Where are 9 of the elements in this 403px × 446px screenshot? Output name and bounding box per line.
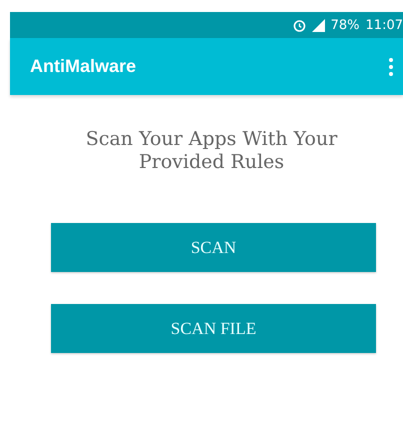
more-options-icon[interactable] <box>389 58 393 76</box>
app-title: AntiMalware <box>30 56 136 77</box>
signal-icon <box>312 18 325 32</box>
scan-button[interactable]: SCAN <box>51 223 376 272</box>
scan-file-button[interactable]: SCAN FILE <box>51 304 376 353</box>
heading-text: Scan Your Apps With Your Provided Rules <box>84 128 338 174</box>
clock-time: 11:07 <box>366 18 403 32</box>
alarm-icon <box>292 18 306 32</box>
battery-level: 78% <box>330 18 360 32</box>
